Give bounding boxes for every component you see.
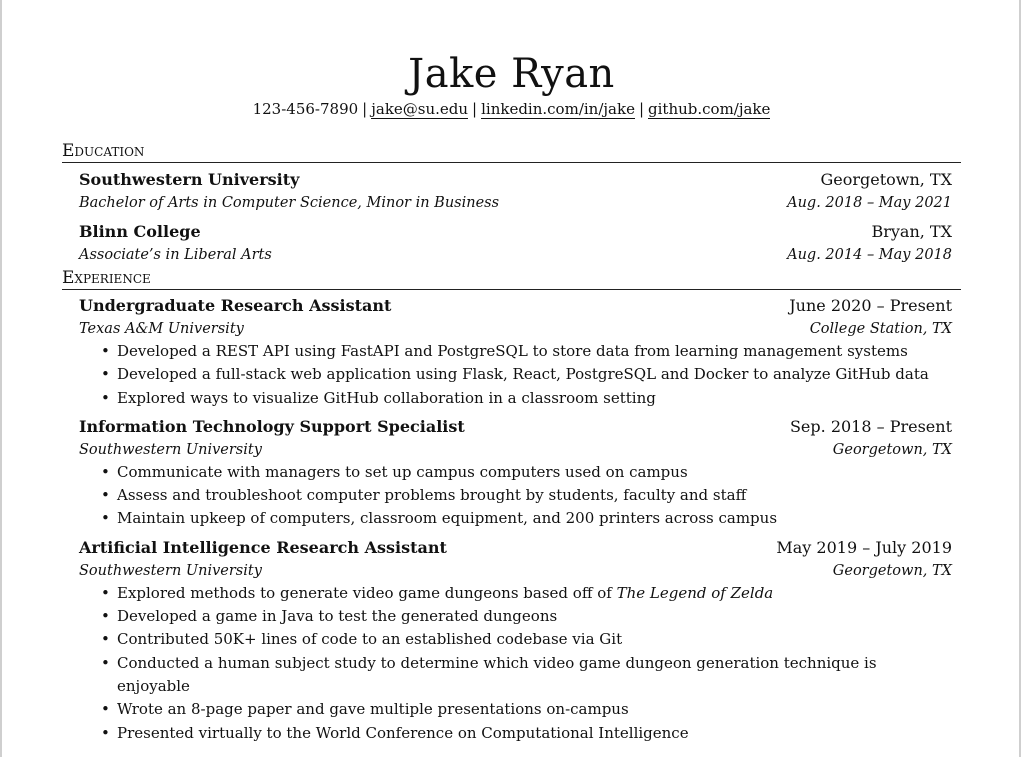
resume-page: Jake Ryan 123-456-7890 | jake@su.edu | linke…	[62, 48, 961, 745]
bullet-item: Assess and troubleshoot computer problem…	[101, 484, 952, 508]
bullet-list: Communicate with managers to set up camp…	[79, 461, 952, 531]
bullet-item: Maintain upkeep of computers, classroom …	[101, 507, 952, 531]
school-name: Blinn College	[79, 222, 201, 241]
bullet-list: Developed a REST API using FastAPI and P…	[79, 340, 952, 410]
bullet-text: Explored methods to generate video game …	[117, 583, 617, 602]
separator: |	[472, 100, 478, 118]
job-location: College Station, TX	[809, 321, 952, 337]
organization: Southwestern University	[79, 441, 262, 458]
education-dates: Aug. 2014 – May 2018	[787, 247, 952, 263]
experience-heading: Experience	[62, 268, 961, 290]
education-dates: Aug. 2018 – May 2021	[787, 195, 952, 211]
bullet-item: Developed a game in Java to test the gen…	[101, 605, 952, 629]
organization: Texas A&M University	[79, 321, 244, 337]
school-location: Bryan, TX	[871, 222, 952, 241]
experience-entry: Undergraduate Research Assistant June 20…	[79, 294, 952, 410]
job-dates: Sep. 2018 – Present	[789, 416, 952, 436]
bullet-item: Developed a full-stack web application u…	[101, 363, 952, 387]
phone-number: 123-456-7890	[252, 100, 359, 118]
linkedin-link[interactable]: linkedin.com/in/jake	[481, 100, 635, 119]
experience-entry: Information Technology Support Specialis…	[79, 415, 952, 531]
bullet-item: Explored methods to generate video game …	[101, 582, 952, 606]
email-link[interactable]: jake@su.edu	[371, 100, 469, 119]
education-heading: Education	[62, 141, 961, 163]
bullet-item: Conducted a human subject study to deter…	[101, 652, 952, 699]
job-title: Artificial Intelligence Research Assista…	[79, 537, 447, 557]
page-border-left	[0, 0, 2, 757]
job-location: Georgetown, TX	[832, 562, 952, 579]
education-entry: Blinn College Bryan, TX Associate’s in L…	[79, 220, 952, 266]
school-location: Georgetown, TX	[820, 170, 952, 189]
job-title: Undergraduate Research Assistant	[79, 296, 392, 315]
bullet-item: Wrote an 8-page paper and gave multiple …	[101, 698, 952, 722]
candidate-name: Jake Ryan	[408, 51, 615, 97]
job-title: Information Technology Support Specialis…	[79, 416, 465, 436]
bullet-item: Developed a REST API using FastAPI and P…	[101, 340, 952, 364]
bullet-item: Contributed 50K+ lines of code to an est…	[101, 628, 952, 652]
bullet-item: Explored ways to visualize GitHub collab…	[101, 387, 952, 411]
bullet-item: Communicate with managers to set up camp…	[101, 461, 952, 485]
bullet-item: Presented virtually to the World Confere…	[101, 722, 952, 746]
game-title: The Legend of Zelda	[616, 583, 774, 602]
bullet-list: Explored methods to generate video game …	[79, 582, 952, 745]
job-dates: June 2020 – Present	[789, 296, 952, 315]
separator: |	[362, 100, 368, 118]
school-name: Southwestern University	[79, 170, 300, 189]
degree: Associate’s in Liberal Arts	[79, 247, 272, 263]
experience-entry: Artificial Intelligence Research Assista…	[79, 536, 952, 745]
job-dates: May 2019 – July 2019	[776, 537, 952, 557]
separator: |	[638, 100, 645, 118]
education-entry: Southwestern University Georgetown, TX B…	[79, 168, 952, 214]
degree: Bachelor of Arts in Computer Science, Mi…	[79, 195, 500, 211]
job-location: Georgetown, TX	[832, 441, 952, 458]
contact-line: 123-456-7890 | jake@su.edu | linkedin.com/in…	[62, 99, 961, 119]
organization: Southwestern University	[79, 562, 262, 579]
github-link[interactable]: github.com/jake	[648, 100, 771, 119]
